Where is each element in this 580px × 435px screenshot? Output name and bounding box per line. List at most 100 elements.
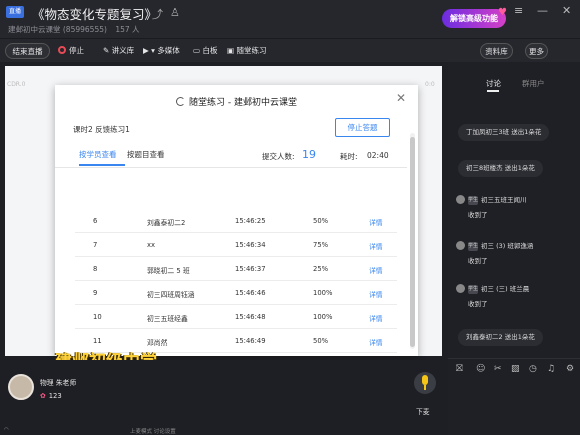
bottom-status-bar: ◠ 上麦模式 讨论设置 xyxy=(0,427,448,435)
flower-count-value: 123 xyxy=(48,392,62,400)
record-icon xyxy=(58,46,66,54)
minimize-icon[interactable]: — xyxy=(537,4,548,17)
details-link[interactable]: 详情 xyxy=(369,289,383,299)
stop-button[interactable]: 停止 xyxy=(58,43,84,59)
stop-answering-button[interactable]: 停止答题 xyxy=(335,118,390,137)
chat-message: 收到了 xyxy=(468,211,488,219)
active-tab-underline xyxy=(79,164,125,166)
table-row: 7 xx 15:46:34 75% 详情 xyxy=(75,233,397,257)
student-name: 刘鑫泰初二2 xyxy=(147,219,186,227)
close-icon[interactable]: ✕ xyxy=(562,4,571,17)
flower-notice: 初三8班楼杰 送出1朵花 xyxy=(458,160,543,177)
chat-message: 收到了 xyxy=(468,257,488,265)
chat-user-name-text: 初三 (三) 班兰晨 xyxy=(481,285,530,293)
dialog-title: 随堂练习 - 建邺初中云课堂 xyxy=(55,95,418,108)
chat-tab-underline xyxy=(487,90,499,92)
details-link[interactable]: 详情 xyxy=(369,265,383,275)
table-row: 9 初三四班周钰涵 15:46:46 100% 详情 xyxy=(75,281,397,305)
student-badge: 学生 xyxy=(468,285,479,294)
dialog-title-text: 随堂练习 - 建邺初中云课堂 xyxy=(189,98,297,108)
bell-icon[interactable]: ♫ xyxy=(547,364,555,374)
score: 100% xyxy=(313,289,333,297)
chat-toolbar: ⛝ ☺ ✂ ▨ ◷ ♫ ⚙ xyxy=(448,358,580,378)
row-number: 8 xyxy=(93,265,98,273)
emoji-icon[interactable]: ☺ xyxy=(476,364,485,374)
submit-time: 15:46:25 xyxy=(235,217,266,225)
whiteboard-label: 白板 xyxy=(202,46,218,55)
student-name: 郭晓初二 5 班 xyxy=(147,267,190,275)
media-label: 多媒体 xyxy=(157,46,180,55)
settings-icon[interactable]: ⚙ xyxy=(566,364,574,374)
stage-tag-left: CDR.0 xyxy=(7,81,26,88)
score: 50% xyxy=(313,217,329,225)
tab-discussion[interactable]: 讨论 xyxy=(486,78,501,89)
chat-user-avatar xyxy=(456,241,465,250)
clock-icon[interactable]: ◷ xyxy=(529,364,537,374)
resources-button[interactable]: 资料库 xyxy=(480,43,513,59)
viewer-count: 157 人 xyxy=(115,25,140,34)
end-live-button[interactable]: 结束直播 xyxy=(5,43,50,59)
chat-user-name: 学生 初三 (3) 班郭逸涵 xyxy=(468,240,533,251)
chat-user-name-text: 初三 (3) 班郭逸涵 xyxy=(481,242,534,250)
submit-time: 15:46:37 xyxy=(235,265,266,273)
share-icon[interactable]: ⤴ xyxy=(152,6,163,22)
student-name: xx xyxy=(147,241,156,249)
loading-icon xyxy=(176,97,185,106)
chat-user-avatar xyxy=(456,284,465,293)
image-icon[interactable]: ▨ xyxy=(511,364,520,374)
flower-count: ✿ 123 xyxy=(40,392,62,400)
flower-notice: 刘鑫泰初二2 送出1朵花 xyxy=(458,329,543,346)
details-link[interactable]: 详情 xyxy=(369,313,383,323)
chat-message: 收到了 xyxy=(468,300,488,308)
tab-by-student[interactable]: 按学员查看 xyxy=(79,149,117,160)
unlock-premium-button[interactable]: 解锁高级功能 xyxy=(442,9,506,28)
flower-notice: 丁加凤初三3班 送出1朵花 xyxy=(458,124,550,141)
media-icon: ▶ ▾ xyxy=(143,46,158,55)
more-button[interactable]: 更多 xyxy=(525,43,548,59)
leave-mic-button[interactable] xyxy=(414,372,436,394)
media-button[interactable]: ▶ ▾ 多媒体 xyxy=(143,43,180,59)
details-link[interactable]: 详情 xyxy=(369,337,383,347)
submit-time: 15:46:34 xyxy=(235,241,266,249)
dialog-scrollbar-thumb[interactable] xyxy=(410,137,415,347)
user-icon[interactable]: ♙ xyxy=(170,6,180,19)
leave-mic-label: 下麦 xyxy=(416,408,430,416)
flower-icon: ✿ xyxy=(40,392,46,400)
row-number: 11 xyxy=(93,337,102,345)
student-badge: 学生 xyxy=(468,196,479,205)
lecture-label: 讲义库 xyxy=(111,46,135,55)
title-bar: 直播 《物态变化专题复习》 ⤴ ♙ 建邺初中云课堂 (85996555) 157… xyxy=(0,0,580,38)
chat-user-name-text: 初三五班王闻川 xyxy=(481,196,527,204)
teacher-bar: 物理 朱老师 ✿ 123 xyxy=(0,360,448,435)
menu-icon[interactable]: ≡ xyxy=(514,4,523,17)
score: 25% xyxy=(313,265,329,273)
quiz-button[interactable]: ▣ 随堂练习 xyxy=(227,43,266,59)
gift-icon[interactable]: ⛝ xyxy=(456,364,463,374)
details-link[interactable]: 详情 xyxy=(369,241,383,251)
bottom-status-text: 上麦模式 讨论设置 xyxy=(130,429,176,435)
row-number: 6 xyxy=(93,217,98,225)
scissors-icon[interactable]: ✂ xyxy=(494,364,502,374)
tab-by-question[interactable]: 按题目查看 xyxy=(127,149,165,160)
wifi-icon: ◠ xyxy=(4,427,9,433)
whiteboard-button[interactable]: ▭ 白板 xyxy=(193,43,217,59)
details-link[interactable]: 详情 xyxy=(369,217,383,227)
chat-user-name: 学生 初三五班王闻川 xyxy=(468,194,527,205)
student-name: 初三五班经鑫 xyxy=(147,315,188,323)
tab-group-users[interactable]: 群用户 xyxy=(522,78,545,89)
student-badge: 学生 xyxy=(468,242,479,251)
submit-count-value: 19 xyxy=(302,148,316,161)
teacher-avatar[interactable] xyxy=(8,374,34,400)
score: 100% xyxy=(313,313,333,321)
lecture-button[interactable]: ✎ 讲义库 xyxy=(103,43,134,59)
chat-panel: 讨论 群用户 丁加凤初三3班 送出1朵花 初三8班楼杰 送出1朵花 学生 初三五班… xyxy=(448,62,580,435)
elapsed-value: 02:40 xyxy=(367,151,389,160)
toolbar: 结束直播 停止 ✎ 讲义库 ▶ ▾ 多媒体 ▭ 白板 ▣ 随堂练习 资料库 更多 xyxy=(0,38,580,62)
submit-time: 15:46:46 xyxy=(235,289,266,297)
stage-tag-right: 0:0 xyxy=(425,81,435,88)
dialog-close-icon[interactable]: ✕ xyxy=(396,91,406,105)
row-number: 7 xyxy=(93,241,98,249)
submit-time: 15:46:49 xyxy=(235,337,266,345)
lesson-label: 课时2 反馈练习1 xyxy=(73,125,130,134)
chat-user-name: 学生 初三 (三) 班兰晨 xyxy=(468,283,529,294)
